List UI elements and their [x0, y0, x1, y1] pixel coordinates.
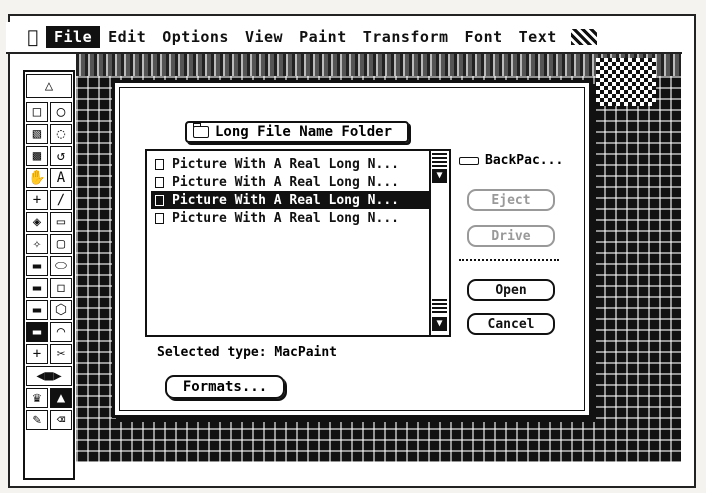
file-name: Picture With A Real Long N...	[172, 192, 399, 208]
bucket-icon[interactable]: ▩	[26, 146, 48, 166]
menu-options[interactable]: Options	[154, 26, 237, 48]
menu-file[interactable]: File	[46, 26, 101, 48]
pattern-menu-icon[interactable]	[570, 29, 597, 45]
tool-palette: △ □ ◯ ▧ ◌ ▩ ↺ ✋ A + ∕ ◈ ▭ ✧ ▢ ▬ ⬭ ▬ ◻ ▬ …	[23, 70, 75, 480]
scroll-thumb[interactable]	[432, 153, 447, 167]
rotate-icon[interactable]: ↺	[50, 146, 72, 166]
file-item-selected[interactable]: Picture With A Real Long N...	[151, 191, 433, 209]
oval-icon[interactable]: ⬭	[50, 256, 72, 276]
crosshair-icon[interactable]: +	[26, 190, 48, 210]
document-icon	[155, 176, 164, 188]
line-icon[interactable]: ∕	[50, 190, 72, 210]
text-tool-icon[interactable]: A	[50, 168, 72, 188]
disk-icon	[459, 156, 479, 165]
hand-icon[interactable]: ✋	[26, 168, 48, 188]
file-item[interactable]: Picture With A Real Long N...	[151, 209, 433, 227]
arc-icon[interactable]: ◠	[50, 322, 72, 342]
apple-icon[interactable]: 	[20, 27, 46, 48]
file-list[interactable]: Picture With A Real Long N... Picture Wi…	[145, 149, 451, 337]
document-icon	[155, 212, 164, 224]
open-button[interactable]: Open	[467, 279, 555, 301]
menu-font[interactable]: Font	[457, 26, 511, 48]
cancel-button[interactable]: Cancel	[467, 313, 555, 335]
menu-edit[interactable]: Edit	[100, 26, 154, 48]
menu-transform[interactable]: Transform	[355, 26, 457, 48]
pencil-icon[interactable]: ✎	[26, 410, 48, 430]
plus-icon[interactable]: +	[26, 344, 48, 364]
drive-button[interactable]: Drive	[467, 225, 555, 247]
folder-popup-menu[interactable]: Long File Name Folder	[185, 121, 409, 143]
folder-name: Long File Name Folder	[215, 124, 393, 140]
scroll-bottom-arrow-icon[interactable]: ▼	[432, 317, 447, 331]
file-name: Picture With A Real Long N...	[172, 210, 399, 226]
rectangle-icon[interactable]: ▭	[50, 212, 72, 232]
folder-icon	[193, 123, 209, 138]
pattern-strip	[76, 54, 681, 76]
lasso-icon[interactable]: ◯	[50, 102, 72, 122]
menu-paint[interactable]: Paint	[291, 26, 355, 48]
scroll-down-arrow-icon[interactable]: ▼	[432, 169, 447, 183]
brush-icon[interactable]: ✧	[26, 234, 48, 254]
line-weight-4-icon[interactable]: ▬	[26, 322, 48, 342]
document-icon	[155, 194, 164, 206]
disk-name: BackPac...	[485, 153, 564, 168]
file-name: Picture With A Real Long N...	[172, 174, 399, 190]
freeform-icon[interactable]: ◻	[50, 278, 72, 298]
eyedropper-icon[interactable]: ◌	[50, 124, 72, 144]
pattern-swatch	[596, 58, 656, 106]
eject-button[interactable]: Eject	[467, 189, 555, 211]
line-weight-1-icon[interactable]: ▬	[26, 256, 48, 276]
file-list-scrollbar[interactable]: ▼ ▼	[429, 151, 449, 335]
disk-label: BackPac...	[459, 153, 563, 168]
file-item[interactable]: Picture With A Real Long N...	[151, 173, 433, 191]
eraser-icon[interactable]: ⌫	[50, 410, 72, 430]
marquee-icon[interactable]: □	[26, 102, 48, 122]
select-tool-icon[interactable]: △	[26, 74, 72, 98]
spray-can-icon[interactable]: ▲	[50, 388, 72, 408]
menu-text[interactable]: Text	[511, 26, 565, 48]
scissors-icon[interactable]: ✂	[50, 344, 72, 364]
file-name: Picture With A Real Long N...	[172, 156, 399, 172]
line-weight-2-icon[interactable]: ▬	[26, 278, 48, 298]
line-weight-3-icon[interactable]: ▬	[26, 300, 48, 320]
formats-button[interactable]: Formats...	[165, 375, 285, 399]
scroll-track-pattern[interactable]	[432, 299, 447, 313]
spray-icon[interactable]: ◈	[26, 212, 48, 232]
menu-bar:  File Edit Options View Paint Transform…	[6, 22, 682, 54]
menu-view[interactable]: View	[237, 26, 291, 48]
file-item[interactable]: Picture With A Real Long N...	[151, 155, 433, 173]
paint-can-icon[interactable]: ♛	[26, 388, 48, 408]
brush-shape-icon[interactable]: ◀■▶	[26, 366, 72, 386]
grabber-icon[interactable]: ▧	[26, 124, 48, 144]
selected-type-label: Selected type: MacPaint	[157, 345, 338, 360]
open-file-dialog: Long File Name Folder Picture With A Rea…	[112, 80, 592, 418]
rounded-rect-icon[interactable]: ▢	[50, 234, 72, 254]
document-icon	[155, 158, 164, 170]
polygon-icon[interactable]: ⬡	[50, 300, 72, 320]
button-divider	[459, 259, 559, 261]
